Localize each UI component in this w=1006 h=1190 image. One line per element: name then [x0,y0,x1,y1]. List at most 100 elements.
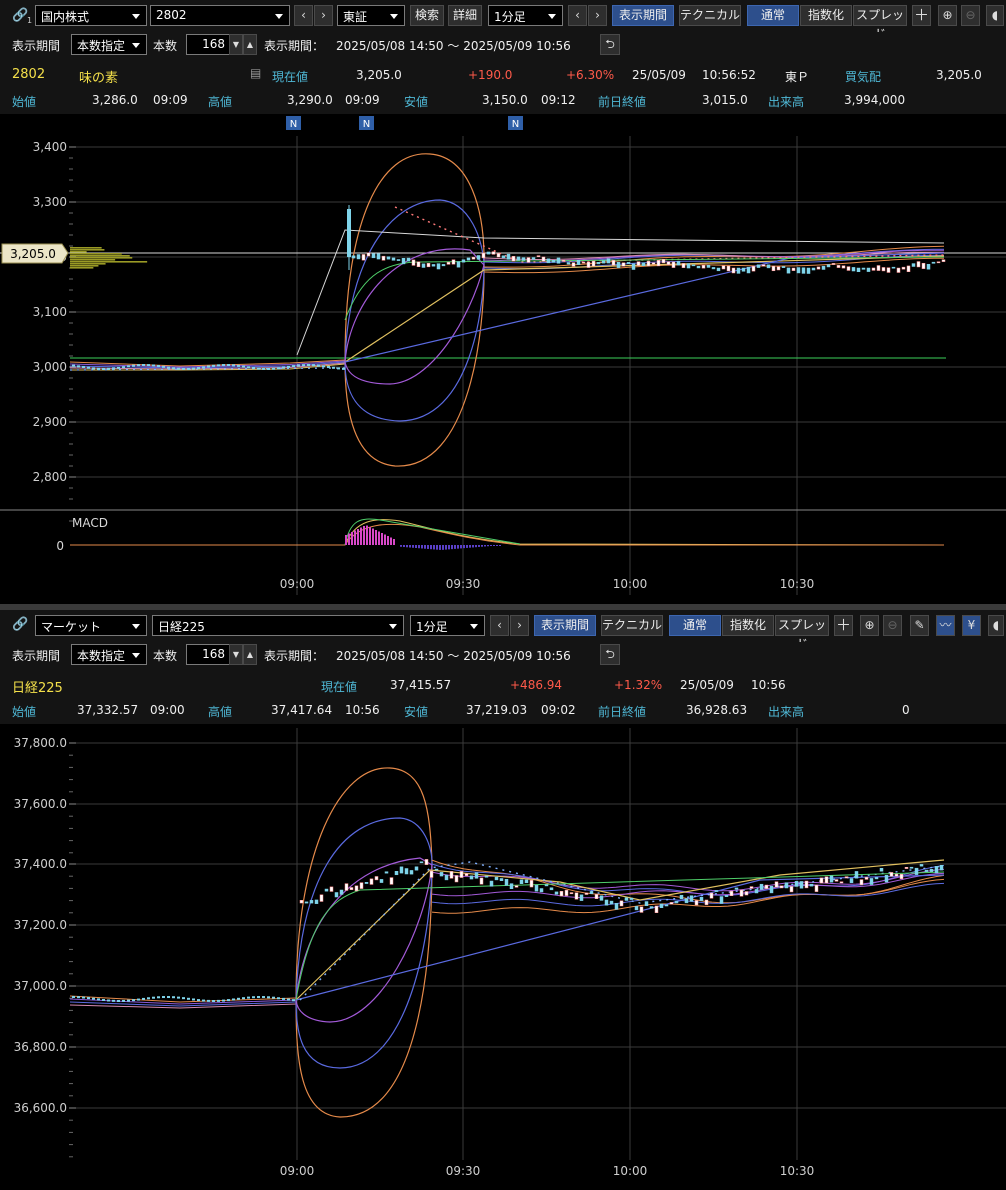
refresh-icon[interactable]: ⮌ [600,34,620,55]
candle [704,899,709,906]
pencil-icon[interactable]: ✎ [910,615,929,636]
count-up-icon[interactable]: ▲ [243,34,257,55]
macd-hist-neg [481,545,483,547]
candle [744,891,749,896]
index-button[interactable]: 指数化 [800,5,852,26]
pre-candle [247,996,250,999]
interval-prev-icon[interactable]: ‹ [568,5,587,26]
candle [514,885,519,888]
code-input[interactable]: 2802 [150,5,290,26]
count-down-icon[interactable]: ▼ [229,34,243,55]
candle [319,894,324,902]
more-icon[interactable]: ◖ [988,615,1004,636]
zoom-in-icon[interactable]: ⊕ [860,615,879,636]
candle [739,889,744,897]
technical-button[interactable]: テクニカル [679,5,741,26]
count-up-icon[interactable]: ▲ [243,644,257,665]
document-icon[interactable]: ▤ [250,66,261,80]
pre-candle [127,999,130,1002]
macd-hist-neg [421,545,423,549]
index-button[interactable]: 指数化 [722,615,774,636]
interval-next-icon[interactable]: › [510,615,529,636]
view-period-button[interactable]: 表示期間 [534,615,596,636]
news-marker[interactable]: N [290,119,297,130]
volume-label: 出来高 [768,705,805,719]
technical-button[interactable]: テクニカル [601,615,663,636]
news-markers[interactable]: N N N [286,116,523,130]
crosshair-icon[interactable]: ＋ [912,5,931,26]
stock-price-chart[interactable]: 3,4003,3003,2003,1003,0002,9002,800 N N … [0,114,1006,604]
index-chart-panel: 🔗 マーケット 日経225 1分足 ‹ › 表示期間 テクニカル 通常 指数化 … [0,610,1006,1190]
volume-profile-bar [70,259,116,261]
prev-icon[interactable]: ‹ [294,5,313,26]
current-label: 現在値 [321,680,358,694]
next-icon[interactable]: › [314,5,333,26]
more-icon[interactable]: ◖ [986,5,1004,26]
candle [506,253,511,260]
pre-candle [322,365,325,368]
interval-prev-icon[interactable]: ‹ [490,615,509,636]
index-code-select[interactable]: 日経225 [152,615,404,636]
refresh-icon[interactable]: ⮌ [600,644,620,665]
period-mode-select[interactable]: 本数指定 [71,644,147,665]
change-pct: +1.32% [614,678,663,692]
candle [299,900,304,904]
period-mode-select[interactable]: 本数指定 [71,34,147,55]
interval-next-icon[interactable]: › [588,5,607,26]
macd-hist-neg [493,545,495,546]
candle [629,897,634,900]
market-select[interactable]: 国内株式 [35,5,147,26]
volume-label: 出来高 [768,95,805,109]
view-period-button[interactable]: 表示期間 [612,5,674,26]
candle [781,266,786,268]
candle [691,264,696,267]
spread-button[interactable]: スプレッド [853,5,907,41]
interval-select[interactable]: 1分足 [488,5,563,26]
crosshair-icon[interactable]: ＋ [834,615,853,636]
candle [559,891,564,897]
macd-hist-pos [393,539,395,545]
candle [494,876,499,881]
count-input[interactable]: 168 [186,644,230,665]
detail-button[interactable]: 詳細 [448,5,482,26]
pre-candle [202,999,205,1002]
spread-button[interactable]: スプレッド [775,615,829,651]
candle [836,265,841,268]
link-icon[interactable]: 🔗 [12,8,28,23]
macd-hist-neg [448,545,450,550]
candle [824,876,829,884]
yen-icon[interactable]: ¥ [962,615,981,636]
macd-hist-neg [406,545,408,548]
candle [831,263,836,265]
normal-button[interactable]: 通常 [669,615,721,636]
chart1-x-axis: 09:00 09:30 10:00 10:30 [280,577,815,591]
count-down-icon[interactable]: ▼ [229,644,243,665]
news-marker[interactable]: N [512,119,519,130]
candle [819,877,824,884]
zoom-in-icon[interactable]: ⊕ [938,5,957,26]
index-price-chart[interactable]: 37,800.0 37,600.0 37,400.0 37,200.0 37,000.0… [0,724,1006,1190]
macd-line [70,519,945,546]
candle [539,888,544,893]
zoom-out-icon[interactable]: ⊖ [961,5,980,26]
exchange-select[interactable]: 東証 [337,5,405,26]
count-input[interactable]: 168 [186,34,230,55]
quote-date: 25/05/09 [632,68,686,82]
interval-select[interactable]: 1分足 [410,615,485,636]
pre-candle [167,366,170,369]
pre-candle [207,365,210,368]
zoom-out-icon[interactable]: ⊖ [883,615,902,636]
candle [611,260,616,266]
link-icon[interactable]: 🔗 [12,617,28,632]
market-select[interactable]: マーケット [35,615,147,636]
candle [714,890,719,892]
candle [459,871,464,878]
search-button[interactable]: 検索 [410,5,444,26]
wave-icon[interactable]: 〰 [936,615,955,636]
normal-button[interactable]: 通常 [747,5,799,26]
sar-dots [299,861,945,1001]
pre-candle [272,367,275,370]
candle [766,264,771,269]
news-marker[interactable]: N [363,119,370,130]
candle [916,261,921,268]
